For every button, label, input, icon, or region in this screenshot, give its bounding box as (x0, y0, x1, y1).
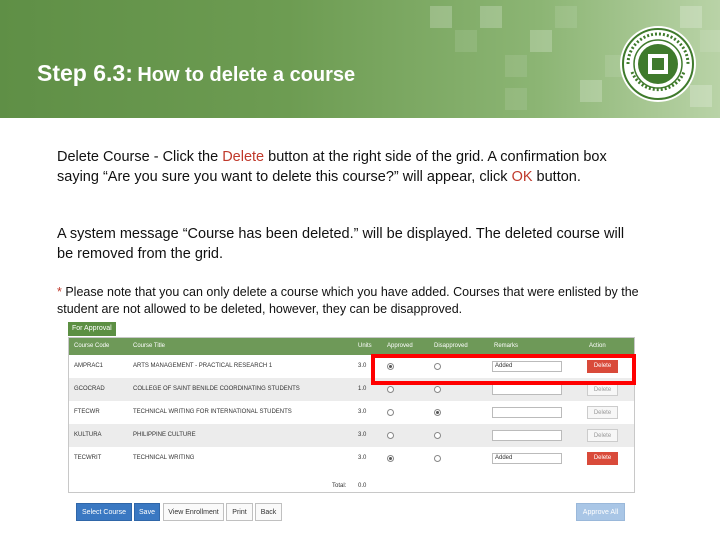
delete-course-lead: Delete Course (57, 149, 150, 165)
delete-column-highlight (371, 354, 636, 385)
cell-course-code: FTECWR (74, 409, 100, 415)
approve-all-button[interactable]: Approve All (576, 503, 625, 521)
header-action: Action (589, 343, 606, 349)
table-row: KULTURA PHILIPPINE CULTURE 3.0 Delete (69, 424, 634, 447)
cell-course-code: KULTURA (74, 432, 102, 438)
page-title: Step 6.3: How to delete a course (37, 60, 355, 87)
cell-course-title: PHILIPPINE CULTURE (133, 432, 196, 438)
header-approved: Approved (387, 343, 413, 349)
cell-course-title: COLLEGE OF SAINT BENILDE COORDINATING ST… (133, 386, 300, 392)
remarks-input[interactable] (492, 384, 562, 395)
title-text: How to delete a course (137, 64, 356, 86)
instruction-text-1: - Click the (149, 149, 223, 165)
title-step: Step 6.3: (37, 60, 133, 86)
disapproved-radio[interactable] (434, 409, 441, 416)
cell-units: 3.0 (358, 432, 367, 438)
approved-radio[interactable] (387, 386, 394, 393)
cell-course-title: TECHNICAL WRITING (133, 455, 195, 461)
grid-total-row: Total: 0.0 (69, 480, 634, 493)
cell-course-code: TECWRIT (74, 455, 102, 461)
approved-radio[interactable] (387, 409, 394, 416)
cell-course-code: AMPRAC1 (74, 363, 104, 369)
back-button[interactable]: Back (255, 503, 282, 521)
delete-button[interactable]: Delete (587, 452, 618, 465)
grid-header-row: Course Code Course Title Units Approved … (69, 338, 634, 355)
cell-units: 3.0 (358, 363, 367, 369)
disapproved-radio[interactable] (434, 455, 441, 462)
view-enrollment-button[interactable]: View Enrollment (163, 503, 224, 521)
delete-restriction-note: * Please note that you can only delete a… (57, 284, 647, 318)
header-course-code: Course Code (74, 343, 110, 349)
select-course-button[interactable]: Select Course (76, 503, 132, 521)
table-row: TECWRIT TECHNICAL WRITING 3.0 Added Delete (69, 447, 634, 470)
remarks-input[interactable]: Added (492, 453, 562, 464)
approved-radio[interactable] (387, 455, 394, 462)
delete-course-instructions: Delete Course - Click the Delete button … (57, 148, 617, 187)
total-label: Total: (332, 483, 347, 489)
cell-course-title: TECHNICAL WRITING FOR INTERNATIONAL STUD… (133, 409, 292, 415)
header-remarks: Remarks (494, 343, 519, 349)
header-disapproved: Disapproved (434, 343, 468, 349)
cell-course-code: GCOCRAD (74, 386, 105, 392)
delete-keyword: Delete (222, 149, 265, 165)
table-row: FTECWR TECHNICAL WRITING FOR INTERNATIONA… (69, 401, 634, 424)
note-text: Please note that you can only delete a c… (57, 285, 639, 316)
disapproved-radio[interactable] (434, 386, 441, 393)
cell-units: 3.0 (358, 455, 367, 461)
header-units: Units (358, 343, 372, 349)
total-value: 0.0 (358, 483, 367, 489)
tab-for-approval[interactable]: For Approval (68, 322, 116, 336)
system-message-note: A system message “Course has been delete… (57, 226, 625, 262)
ok-keyword: OK (511, 168, 533, 185)
cell-course-title: ARTS MANAGEMENT - PRACTICAL RESEARCH 1 (133, 363, 273, 369)
cell-units: 1.0 (358, 386, 367, 392)
save-button[interactable]: Save (134, 503, 160, 521)
cell-units: 3.0 (358, 409, 367, 415)
instruction-text-3: button. (532, 168, 581, 185)
header-course-title: Course Title (133, 343, 166, 349)
print-button[interactable]: Print (226, 503, 253, 521)
remarks-input[interactable] (492, 407, 562, 418)
header-banner (0, 0, 720, 118)
disapproved-radio[interactable] (434, 432, 441, 439)
remarks-input[interactable] (492, 430, 562, 441)
delete-button[interactable]: Delete (587, 429, 618, 442)
approved-radio[interactable] (387, 432, 394, 439)
delete-button[interactable]: Delete (587, 406, 618, 419)
college-seal-logo (620, 26, 696, 102)
